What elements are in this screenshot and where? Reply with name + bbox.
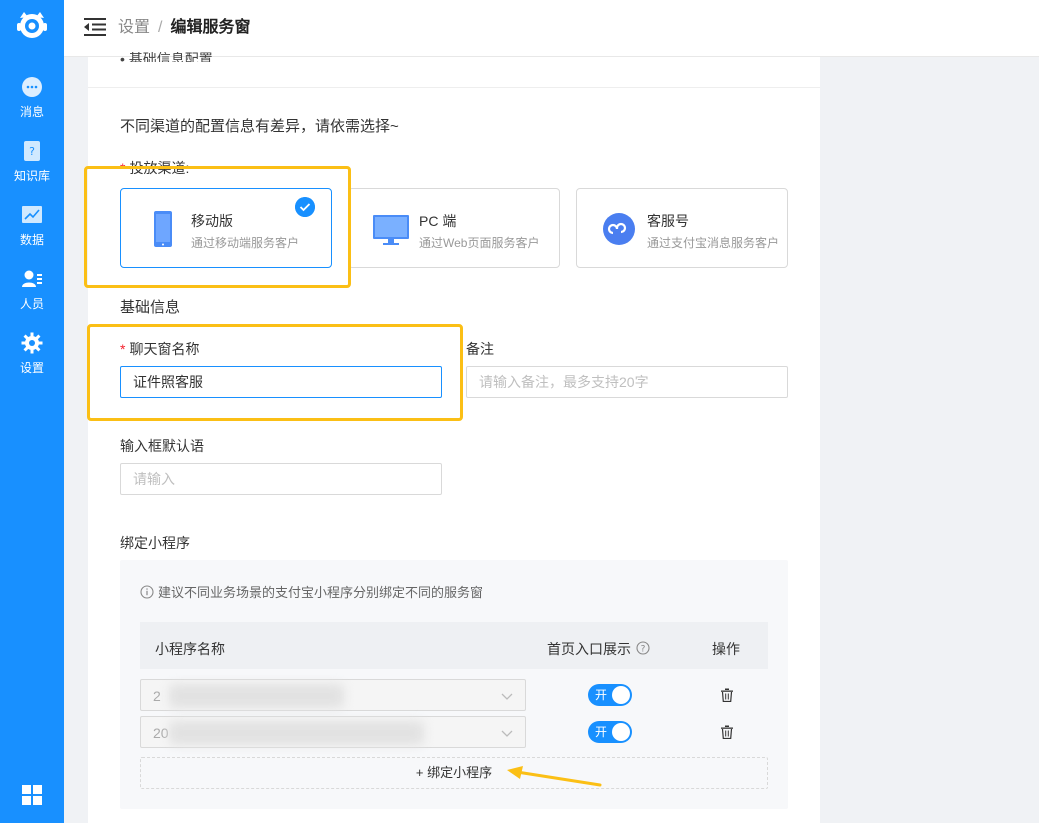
help-icon[interactable]: ? bbox=[636, 641, 650, 655]
sidebar-item-label: 消息 bbox=[19, 105, 44, 119]
sidebar-item-messages[interactable]: 消息 bbox=[0, 76, 64, 138]
channel-card-mobile[interactable]: 移动版 通过移动端服务客户 bbox=[120, 188, 332, 268]
table-header: 小程序名称 首页入口展示 ? 操作 bbox=[140, 622, 768, 669]
toggle-knob bbox=[612, 723, 630, 741]
page-title: 编辑服务窗 bbox=[170, 19, 251, 36]
mini-program-select[interactable]: 20 bbox=[140, 716, 526, 748]
breadcrumb-separator: / bbox=[158, 19, 163, 36]
svg-text:?: ? bbox=[641, 645, 646, 655]
check-icon bbox=[295, 197, 315, 217]
remark-label: 备注 bbox=[466, 341, 494, 357]
apps-grid-icon[interactable] bbox=[22, 785, 42, 805]
sidebar-item-knowledge[interactable]: ? 知识库 bbox=[0, 140, 64, 202]
chevron-down-icon bbox=[501, 693, 513, 700]
people-icon bbox=[22, 270, 42, 287]
basic-info-title: 基础信息 bbox=[120, 299, 181, 316]
sidebar-item-label: 人员 bbox=[19, 297, 44, 311]
breadcrumb-settings[interactable]: 设置 bbox=[118, 19, 150, 36]
channel-desc: 通过Web页面服务客户 bbox=[419, 236, 540, 250]
collapsed-section-title[interactable]: • 基础信息配置 bbox=[120, 52, 213, 62]
default-input-field[interactable] bbox=[120, 463, 442, 495]
delete-icon[interactable] bbox=[720, 725, 734, 739]
bind-tip: 建议不同业务场景的支付宝小程序分别绑定不同的服务窗 bbox=[140, 582, 483, 601]
sidebar-item-data[interactable]: 数据 bbox=[0, 204, 64, 266]
sidebar-item-settings[interactable]: 设置 bbox=[0, 332, 64, 394]
channel-title: PC 端 bbox=[419, 213, 457, 229]
bind-tip-text: 建议不同业务场景的支付宝小程序分别绑定不同的服务窗 bbox=[158, 585, 484, 600]
add-mini-program-button[interactable]: + 绑定小程序 bbox=[140, 757, 768, 789]
channel-card-pc[interactable]: PC 端 通过Web页面服务客户 bbox=[348, 188, 560, 268]
chat-name-label: * 聊天窗名称 bbox=[120, 339, 199, 359]
mobile-phone-icon bbox=[154, 211, 172, 247]
channel-label: * 投放渠道: bbox=[120, 158, 189, 178]
line-chart-icon bbox=[22, 206, 42, 223]
sidebar-item-label: 设置 bbox=[19, 361, 44, 375]
top-bar: 设置 / 编辑服务窗 bbox=[64, 0, 1039, 57]
col-name-header: 小程序名称 bbox=[155, 641, 225, 657]
channel-title: 移动版 bbox=[191, 213, 233, 229]
col-action-header: 操作 bbox=[712, 641, 740, 657]
knowledge-book-icon: ? bbox=[24, 141, 40, 161]
chevron-down-icon bbox=[501, 730, 513, 737]
sidebar: 消息 ? 知识库 数据 人员 设置 bbox=[0, 0, 64, 823]
sidebar-item-people[interactable]: 人员 bbox=[0, 268, 64, 330]
chat-name-input[interactable] bbox=[120, 366, 442, 398]
homepage-entry-toggle[interactable]: 开 bbox=[588, 684, 632, 706]
homepage-entry-toggle[interactable]: 开 bbox=[588, 721, 632, 743]
divider bbox=[88, 87, 820, 88]
mini-program-icon bbox=[603, 213, 635, 245]
toggle-text: 开 bbox=[595, 725, 608, 739]
svg-text:?: ? bbox=[29, 145, 35, 158]
required-mark: * bbox=[120, 341, 126, 357]
sidebar-item-label: 数据 bbox=[19, 233, 44, 247]
breadcrumb: 设置 / 编辑服务窗 bbox=[118, 17, 250, 39]
app-logo-icon[interactable] bbox=[14, 6, 50, 42]
channel-title: 客服号 bbox=[647, 213, 689, 229]
channel-label-text: 投放渠道: bbox=[129, 160, 190, 176]
chat-name-label-text: 聊天窗名称 bbox=[129, 341, 200, 357]
menu-fold-icon[interactable] bbox=[84, 17, 106, 37]
toggle-text: 开 bbox=[595, 688, 608, 702]
bind-mini-program-title: 绑定小程序 bbox=[120, 535, 190, 551]
blurred-value bbox=[169, 684, 344, 708]
channel-card-service-account[interactable]: 客服号 通过支付宝消息服务客户 bbox=[576, 188, 788, 268]
default-input-label: 输入框默认语 bbox=[120, 438, 204, 454]
channel-desc: 通过移动端服务客户 bbox=[191, 236, 300, 250]
col-show-header: 首页入口展示 bbox=[547, 641, 631, 657]
select-value: 2 bbox=[153, 688, 161, 704]
blurred-value bbox=[169, 721, 424, 745]
desktop-monitor-icon bbox=[373, 215, 409, 245]
remark-input[interactable] bbox=[466, 366, 788, 398]
info-icon bbox=[140, 585, 154, 599]
gear-icon bbox=[21, 332, 43, 354]
required-mark: * bbox=[120, 160, 126, 176]
chat-bubble-icon bbox=[22, 77, 42, 97]
delete-icon[interactable] bbox=[720, 688, 734, 702]
toggle-knob bbox=[612, 686, 630, 704]
channel-hint: 不同渠道的配置信息有差异，请依需选择~ bbox=[120, 118, 399, 135]
sidebar-item-label: 知识库 bbox=[13, 169, 50, 183]
channel-desc: 通过支付宝消息服务客户 bbox=[647, 236, 780, 250]
mini-program-select[interactable]: 2 bbox=[140, 679, 526, 711]
select-value: 20 bbox=[153, 725, 169, 741]
